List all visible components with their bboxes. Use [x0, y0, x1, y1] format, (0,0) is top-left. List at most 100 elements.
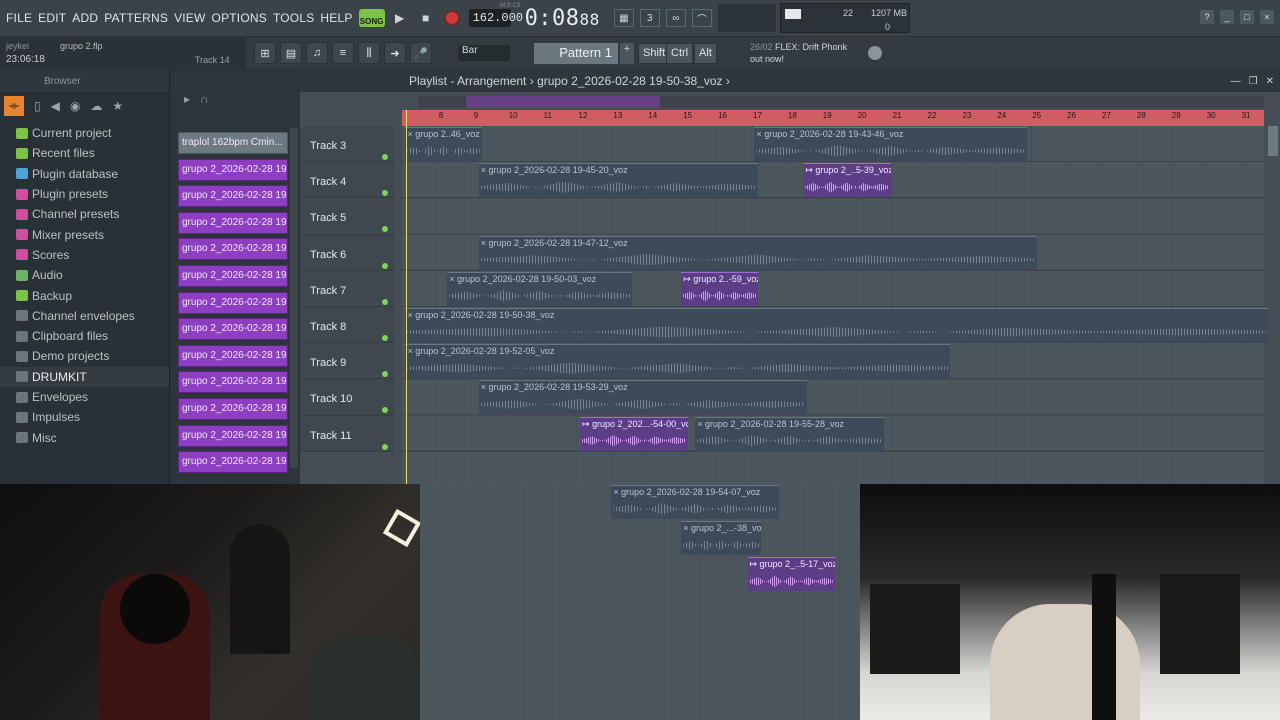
menu-options[interactable]: OPTIONS — [212, 11, 267, 25]
source-clip[interactable]: grupo 2_2026-02-28 19-... — [178, 265, 288, 287]
track-header[interactable]: Track 8 — [300, 307, 394, 344]
audio-clip[interactable]: × grupo 2..46_voz — [405, 127, 483, 161]
microphone-icon[interactable]: 🎤 — [410, 42, 432, 64]
track-mute-led[interactable] — [382, 335, 388, 341]
arrow-icon[interactable]: ➜ — [384, 42, 406, 64]
playlist-maximize-icon[interactable]: ❐ — [1249, 76, 1258, 87]
blend-notes-icon[interactable]: ⌒ — [691, 9, 712, 27]
track-header[interactable]: Track 10 — [300, 379, 394, 416]
menu-file[interactable]: FILE — [6, 11, 32, 25]
track-mute-led[interactable] — [382, 443, 388, 450]
audio-clip[interactable]: × grupo 2_2026-02-28 19-55-28_voz — [695, 416, 884, 451]
audio-clip[interactable]: × grupo 2_2026-02-28 19-50-03_voz — [447, 271, 633, 306]
track-header[interactable]: Track 9 — [300, 343, 394, 380]
news-panel[interactable]: 26/02 FLEX: Drift Phonk out now! — [750, 41, 847, 65]
audio-clip[interactable]: × grupo 2_2026-02-28 19-47-12_voz — [478, 235, 1038, 270]
source-scrollbar[interactable] — [290, 128, 298, 468]
audio-clip[interactable]: × grupo 2_2026-02-28 19-50-38_voz — [405, 308, 1268, 342]
menu-add[interactable]: ADD — [72, 11, 98, 25]
track-header[interactable]: Track 11 — [300, 415, 394, 452]
mixer-icon[interactable]: ≡ — [332, 42, 354, 64]
time-display[interactable]: 0:0888 — [525, 6, 600, 31]
arrangement-grid[interactable]: × grupo 2..46_voz × grupo 2_2026-02-28 19… — [402, 126, 1268, 484]
maximize-icon[interactable]: □ — [1240, 10, 1254, 24]
browser-item[interactable]: Mixer presets — [0, 224, 169, 244]
plugin-picker-icon[interactable]: ⫼ — [358, 42, 380, 64]
audio-clip[interactable]: ↦ grupo 2_..5-17_voz — [747, 557, 835, 592]
browser-item[interactable]: Channel presets — [0, 204, 169, 224]
browser-item[interactable]: Plugin presets — [0, 184, 169, 204]
browser-item[interactable]: Envelopes — [0, 387, 169, 407]
source-clip[interactable]: grupo 2_2026-02-28 19-... — [178, 238, 288, 261]
browser-item[interactable]: DRUMKIT — [0, 366, 169, 387]
record-button[interactable] — [441, 7, 463, 29]
browser-item[interactable]: Current project — [0, 123, 169, 143]
browser-item[interactable]: Channel envelopes — [0, 306, 169, 326]
source-clip[interactable]: grupo 2_2026-02-28 19-... — [178, 291, 288, 314]
browser-files-icon[interactable]: ▯ — [34, 99, 41, 113]
close-icon[interactable]: × — [1260, 10, 1274, 24]
track-mute-led[interactable] — [382, 190, 388, 197]
tempo-field[interactable]: 162.000 — [468, 9, 523, 27]
source-clip[interactable]: grupo 2_2026-02-28 19-... — [178, 371, 288, 394]
snap-select[interactable]: Bar — [458, 45, 510, 61]
browser-item[interactable]: Impulses — [0, 407, 169, 427]
audio-clip[interactable]: × grupo 2_...-38_voz — [681, 521, 762, 556]
audio-clip[interactable]: × grupo 2_2026-02-28 19-43-46_voz — [754, 127, 1027, 161]
browser-item[interactable]: Plugin database — [0, 164, 169, 184]
source-clip[interactable]: grupo 2_2026-02-28 19-... — [178, 318, 288, 341]
source-magnet-icon[interactable]: ∩ — [200, 92, 209, 106]
audio-clip[interactable]: × grupo 2_2026-02-28 19-54-07_voz — [611, 485, 779, 519]
browser-item[interactable]: Demo projects — [0, 346, 169, 366]
track-mute-led[interactable] — [382, 298, 388, 305]
channel-rack-icon[interactable]: ▤ — [280, 42, 302, 64]
piano-roll-icon[interactable]: ♫ — [306, 42, 328, 64]
menu-edit[interactable]: EDIT — [38, 11, 66, 25]
track-header[interactable]: Track 5 — [300, 198, 394, 235]
track-mute-led[interactable] — [382, 262, 388, 269]
arrangement-grid-lower[interactable]: × grupo 2_2026-02-28 19-54-07_voz × grupo… — [420, 484, 860, 720]
ctrl-modifier[interactable]: Ctrl — [666, 43, 694, 64]
browser-item[interactable]: Recent files — [0, 143, 169, 163]
menu-patterns[interactable]: PATTERNS — [104, 11, 168, 25]
metronome-icon[interactable]: ▦ — [613, 9, 634, 27]
globe-icon[interactable] — [868, 46, 882, 60]
track-header[interactable]: Track 6 — [300, 234, 394, 271]
countdown-icon[interactable]: 3 — [639, 9, 660, 27]
audio-clip[interactable]: × grupo 2_2026-02-28 19-52-05_voz — [405, 344, 950, 379]
source-clip[interactable]: grupo 2_2026-02-28 19-... — [178, 344, 288, 367]
menu-view[interactable]: VIEW — [174, 11, 205, 25]
browser-cloud-icon[interactable]: ☁ — [90, 99, 102, 113]
track-header[interactable]: Track 7 — [300, 270, 394, 307]
browser-item[interactable]: Misc — [0, 427, 169, 447]
source-arrow-icon[interactable]: ▸ — [184, 92, 190, 106]
overview-window[interactable] — [466, 96, 660, 108]
playlist-scrollbar[interactable] — [1268, 126, 1278, 156]
audio-clip[interactable]: ↦ grupo 2..-59_voz — [681, 271, 758, 306]
track-mute-led[interactable] — [382, 407, 388, 414]
menu-tools[interactable]: TOOLS — [273, 11, 314, 25]
audio-clip[interactable]: ↦ grupo 2_202...-54-00_voz — [579, 416, 689, 451]
track-mute-led[interactable] — [382, 226, 388, 233]
playlist-close-icon[interactable]: ✕ — [1266, 76, 1274, 87]
source-clip[interactable]: grupo 2_2026-02-28 19-... — [178, 398, 288, 420]
playlist-minimize-icon[interactable]: — — [1231, 76, 1241, 87]
browser-speaker-icon[interactable]: ◀ — [51, 99, 60, 113]
browser-all-icon[interactable]: ⟛ — [4, 96, 24, 116]
play-button[interactable]: ▶ — [389, 7, 411, 29]
minimize-icon[interactable]: _ — [1220, 10, 1234, 24]
source-clip[interactable]: grupo 2_2026-02-28 19-... — [178, 451, 288, 474]
track-mute-led[interactable] — [382, 154, 388, 160]
playlist-icon[interactable]: ⊞ — [254, 42, 276, 64]
audio-clip[interactable]: × grupo 2_2026-02-28 19-53-29_voz — [478, 380, 807, 415]
audio-clip[interactable]: ↦ grupo 2_..5-39_voz — [803, 163, 891, 198]
timeline-ruler[interactable]: 8 9 10 11 12 13 14 15 16 17 18 19 20 21 22 23 24 25 26 27 28… — [402, 110, 1264, 126]
source-clip[interactable]: grupo 2_2026-02-28 19-... — [178, 211, 288, 234]
browser-item[interactable]: Backup — [0, 285, 169, 305]
add-pattern-button[interactable]: + — [620, 43, 634, 64]
playlist-overview[interactable] — [418, 96, 1264, 108]
loop-record-icon[interactable]: ∞ — [665, 9, 686, 27]
track-header[interactable]: Track 4 — [300, 162, 394, 199]
source-clip[interactable]: grupo 2_2026-02-28 19-... — [178, 424, 288, 447]
source-clip[interactable]: grupo 2_2026-02-28 19-... — [178, 185, 288, 208]
